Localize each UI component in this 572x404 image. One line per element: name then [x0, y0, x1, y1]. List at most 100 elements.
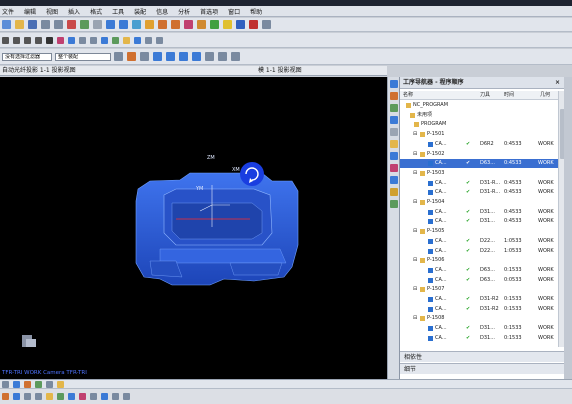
expand-toggle-icon[interactable]: ⊟	[413, 256, 417, 265]
revolve-icon[interactable]	[90, 36, 97, 44]
snap-point-icon[interactable]	[127, 52, 136, 61]
snap-grid-icon[interactable]	[90, 393, 97, 400]
cue-icon[interactable]	[2, 393, 9, 400]
tree-row[interactable]: CA... ✔ D63... 0:1533 WORK	[400, 266, 558, 275]
rotate-icon[interactable]	[35, 381, 42, 388]
postprocess-icon[interactable]	[249, 20, 258, 29]
tree-row[interactable]: ⊟ P-1507	[400, 285, 558, 294]
tree-row[interactable]: CA... ✔ D31-R... 0:4533 WORK	[400, 179, 558, 188]
tree-row[interactable]: ⊟ P-1508	[400, 314, 558, 323]
menu-item[interactable]: 工具	[112, 7, 124, 16]
tree-row[interactable]: ⊟ P-1503	[400, 169, 558, 178]
tree-row[interactable]: ⊟ P-1505	[400, 227, 558, 236]
menu-item[interactable]: 帮助	[250, 7, 262, 16]
tree-row[interactable]: ⊟ P-1502	[400, 150, 558, 159]
face-icon[interactable]	[153, 52, 162, 61]
tree-row[interactable]: CA... ✔ D31-R2 0:1533 WORK	[400, 295, 558, 304]
filter-dropdown[interactable]: 没有选择过滤器	[2, 52, 52, 61]
dependency-section[interactable]: 相依性	[400, 351, 565, 362]
sel-filter-icon[interactable]	[13, 393, 20, 400]
undo-icon[interactable]	[41, 20, 50, 29]
tree-row[interactable]: ⊟ P-1504	[400, 198, 558, 207]
expand-toggle-icon[interactable]: ⊟	[413, 130, 417, 139]
csys-icon[interactable]	[134, 36, 141, 44]
geometry-icon[interactable]	[197, 20, 206, 29]
nav-assembly-icon[interactable]	[390, 80, 398, 88]
more-icon[interactable]	[231, 52, 240, 61]
expand-toggle-icon[interactable]: ⊟	[413, 314, 417, 323]
tree-row[interactable]: NC_PROGRAM	[400, 101, 558, 110]
snap-quad-icon[interactable]	[57, 393, 64, 400]
nav-system-icon[interactable]	[390, 164, 398, 172]
measure-icon[interactable]	[123, 36, 130, 44]
expand-toggle-icon[interactable]: ⊟	[413, 198, 417, 207]
surface-icon[interactable]	[101, 36, 108, 44]
extrude-icon[interactable]	[79, 36, 86, 44]
nav-operation-icon[interactable]	[390, 92, 398, 100]
save-icon[interactable]	[28, 20, 37, 29]
plane-icon[interactable]	[68, 36, 75, 44]
paste-icon[interactable]	[93, 20, 102, 29]
tree-row[interactable]: CA... ✔ D31-R2 0:1533 WORK	[400, 305, 558, 314]
expand-toggle-icon[interactable]: ⊟	[413, 150, 417, 159]
shop-doc-icon[interactable]	[262, 20, 271, 29]
snap-mid-icon[interactable]	[35, 393, 42, 400]
expand-toggle-icon[interactable]: ⊟	[413, 169, 417, 178]
circle-icon[interactable]	[35, 36, 42, 44]
text-icon[interactable]	[46, 36, 53, 44]
menu-item[interactable]: 窗口	[228, 7, 240, 16]
render-style-icon[interactable]	[57, 381, 64, 388]
snap-more-icon[interactable]	[123, 393, 130, 400]
assembly-scope-dropdown[interactable]: 整个装配	[55, 52, 111, 61]
new-file-icon[interactable]	[2, 20, 11, 29]
tree-row[interactable]: ⊟ P-1501	[400, 130, 558, 139]
nav-machine-icon[interactable]	[390, 200, 398, 208]
menu-item[interactable]: 分析	[178, 7, 190, 16]
column-time[interactable]: 时间	[504, 91, 514, 100]
snap-end-icon[interactable]	[24, 393, 31, 400]
polyline-icon[interactable]	[13, 36, 20, 44]
menu-item[interactable]: 格式	[90, 7, 102, 16]
tree-row[interactable]: ⊟ P-1506	[400, 256, 558, 265]
tree-row[interactable]: CA... ✔ D31... 0:4533 WORK	[400, 208, 558, 217]
method-icon[interactable]	[210, 20, 219, 29]
transform-icon[interactable]	[145, 36, 152, 44]
expand-toggle-icon[interactable]: ⊟	[413, 227, 417, 236]
operation-icon[interactable]	[158, 20, 167, 29]
body-icon[interactable]	[166, 52, 175, 61]
menu-item[interactable]: 编辑	[24, 7, 36, 16]
column-tool[interactable]: 刀具	[480, 91, 490, 100]
tree-row[interactable]: CA... ✔ D31... 0:1533 WORK	[400, 334, 558, 343]
select-all-icon[interactable]	[114, 52, 123, 61]
tree-row[interactable]: CA... ✔ D63... 0:0533 WORK	[400, 276, 558, 285]
nav-web-icon[interactable]	[390, 140, 398, 148]
program-icon[interactable]	[171, 20, 180, 29]
tree-row[interactable]: CA... ✔ D22... 1:0533 WORK	[400, 247, 558, 256]
snap-point-on-icon[interactable]	[79, 393, 86, 400]
edge-icon[interactable]	[205, 52, 214, 61]
rotate-handle-icon[interactable]	[240, 162, 264, 186]
shaded-view-icon[interactable]	[106, 20, 115, 29]
tool-icon[interactable]	[184, 20, 193, 29]
redo-icon[interactable]	[54, 20, 63, 29]
tree-row[interactable]: 未用项	[400, 111, 558, 120]
nav-constraint-icon[interactable]	[390, 116, 398, 124]
nav-roles-icon[interactable]	[390, 176, 398, 184]
pan-icon[interactable]	[13, 381, 20, 388]
tree-row[interactable]: CA... ✔ D31... 0:4533 WORK	[400, 217, 558, 226]
menu-item[interactable]: 插入	[68, 7, 80, 16]
graphics-viewport[interactable]: ZM XM YM TFR-TRI WORK Camera TFR-TRI	[0, 77, 387, 379]
tree-row[interactable]: PROGRAM	[400, 120, 558, 129]
nav-reuse-icon[interactable]	[390, 128, 398, 136]
view-orient-icon[interactable]	[46, 381, 53, 388]
snap-face-icon[interactable]	[68, 393, 75, 400]
details-section[interactable]: 细节	[400, 363, 565, 374]
open-file-icon[interactable]	[15, 20, 24, 29]
menu-item[interactable]: 首选项	[200, 7, 218, 16]
column-name[interactable]: 名称	[403, 91, 413, 100]
snap-icon[interactable]	[156, 36, 163, 44]
fit-view-icon[interactable]	[132, 20, 141, 29]
point-icon[interactable]	[57, 36, 64, 44]
line-icon[interactable]	[2, 36, 9, 44]
tree-row[interactable]: CA... ✔ D6R2 0:4533 WORK	[400, 140, 558, 149]
